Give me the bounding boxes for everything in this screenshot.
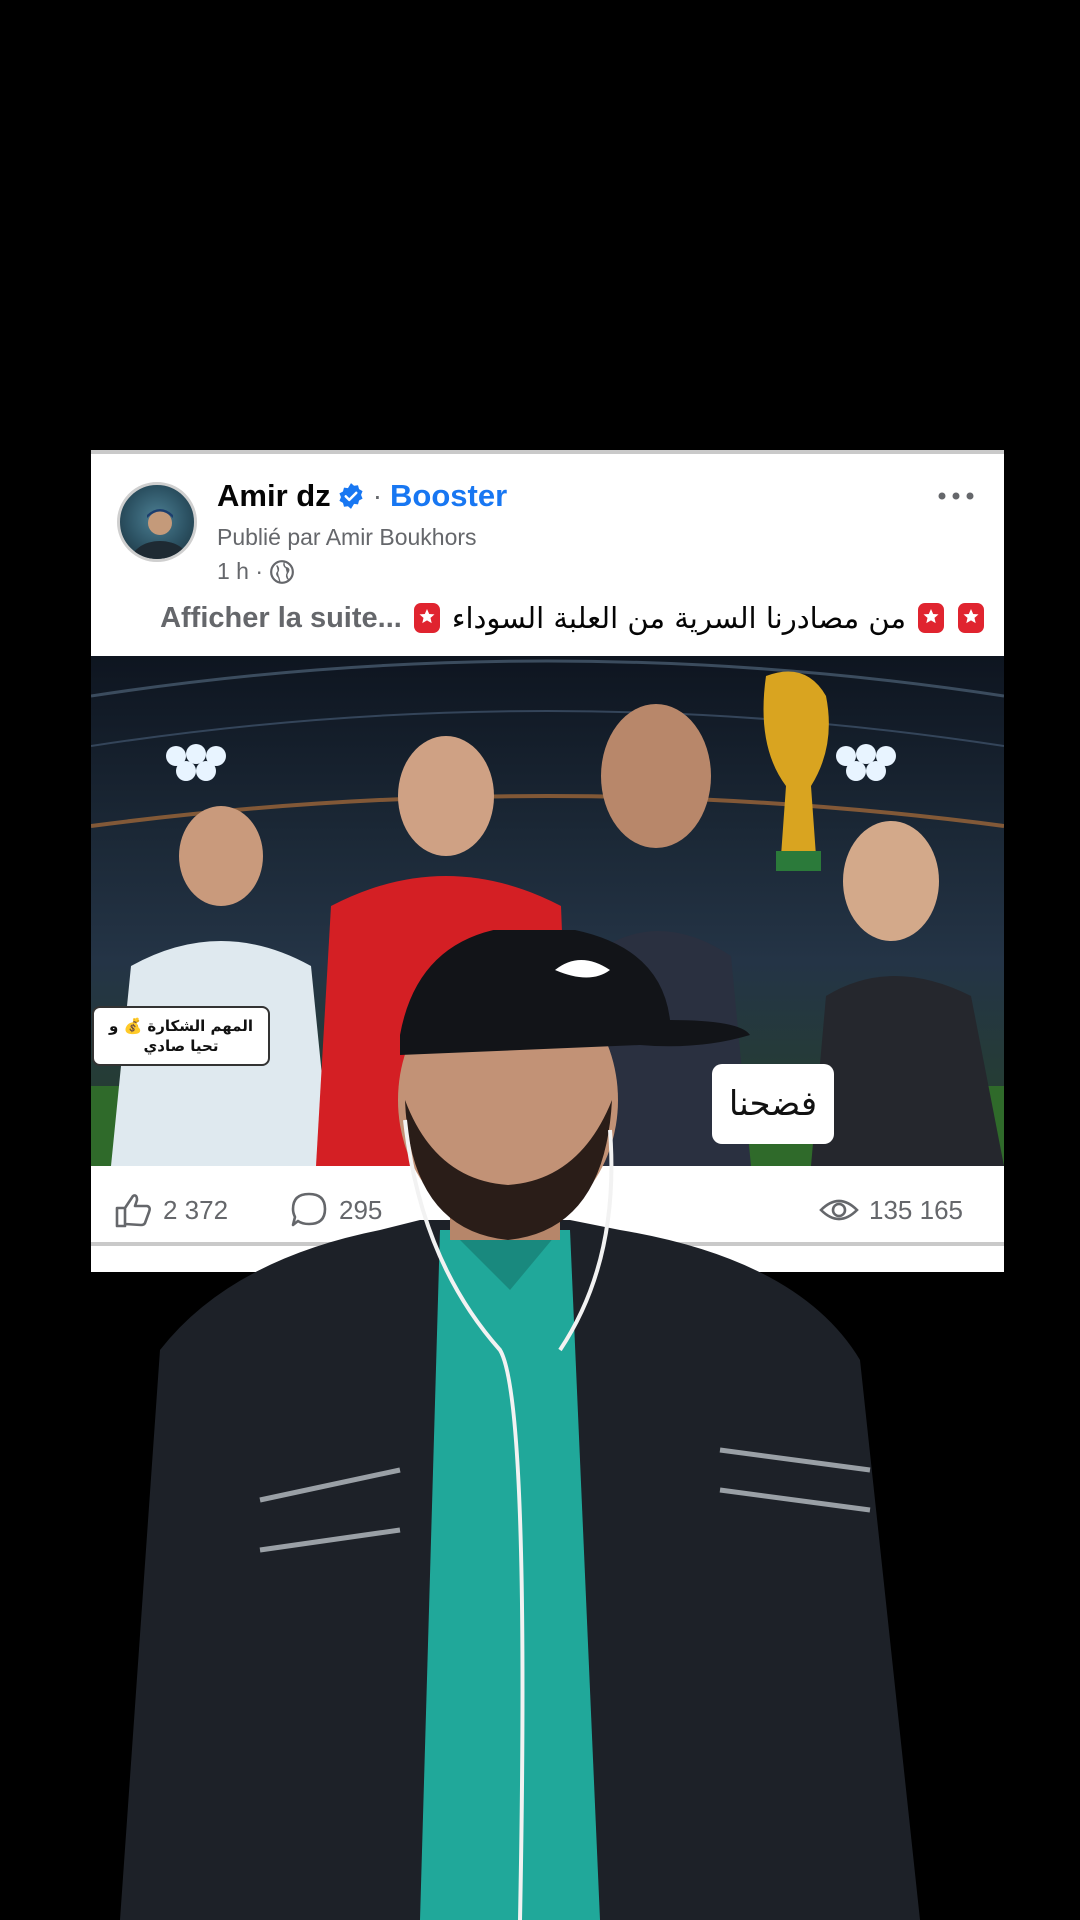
floodlight-right bbox=[836, 744, 896, 781]
booster-label[interactable]: Booster bbox=[390, 478, 507, 514]
author-name[interactable]: Amir dz bbox=[217, 478, 331, 514]
see-more-link[interactable]: Afficher la suite... bbox=[160, 602, 402, 635]
post-time[interactable]: 1 h · bbox=[217, 558, 263, 585]
siren-icon bbox=[958, 603, 984, 633]
floodlight-left bbox=[166, 744, 226, 781]
siren-icon bbox=[413, 603, 440, 633]
globe-icon bbox=[270, 559, 294, 584]
post-text: Afficher la suite... من مصادرنا السرية م… bbox=[121, 596, 986, 640]
verified-badge-icon bbox=[339, 483, 363, 509]
foreground-person-image bbox=[120, 930, 920, 1920]
author-avatar[interactable] bbox=[117, 482, 197, 562]
siren-icon bbox=[918, 603, 944, 633]
more-options-icon[interactable] bbox=[936, 486, 976, 506]
separator-dot: · bbox=[372, 480, 383, 511]
post-arabic-text: من مصادرنا السرية من العلبة السوداء bbox=[451, 601, 906, 635]
published-by: Publié par Amir Boukhors bbox=[217, 524, 477, 550]
